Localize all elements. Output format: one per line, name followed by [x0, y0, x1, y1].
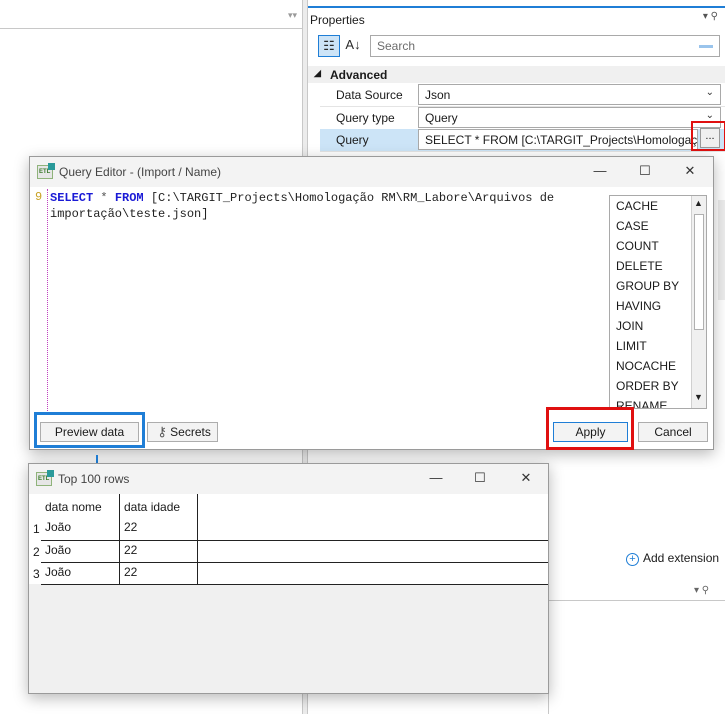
scroll-up-arrow-icon[interactable]: ▲	[694, 198, 703, 208]
properties-title-bar: Properties ▾ ⚲	[308, 6, 725, 28]
row-divider	[41, 584, 548, 585]
etl-app-icon: ETL	[37, 163, 55, 179]
column-header[interactable]: data idade	[120, 496, 180, 518]
sql-keyword-select: SELECT	[50, 191, 94, 205]
data-source-select[interactable]: Json ⌄	[418, 84, 721, 105]
properties-title: Properties	[310, 13, 365, 27]
property-search-input[interactable]: Search	[370, 35, 720, 57]
properties-toolbar: ☷ A↓ Search	[308, 30, 725, 62]
maximize-icon[interactable]: ☐	[630, 163, 660, 181]
query-editor-dialog: ETL Query Editor - (Import / Name) — ☐ ✕…	[29, 156, 714, 450]
pane-dropdown-icon[interactable]: ▾▾	[288, 10, 297, 21]
search-icon	[699, 45, 713, 48]
query-editor-title: Query Editor - (Import / Name)	[59, 165, 222, 179]
row-number: 3	[33, 567, 40, 581]
top-rows-dialog: ETL Top 100 rows — ☐ ✕ data nome data id…	[28, 463, 549, 694]
add-extension-link[interactable]: + Add extension	[626, 551, 719, 566]
row-divider	[41, 540, 548, 541]
property-row-data-source[interactable]: Data Source Json ⌄	[320, 84, 725, 107]
table-cell[interactable]: João	[41, 516, 71, 538]
table-cell[interactable]: 22	[120, 561, 137, 583]
top-rows-titlebar: ETL Top 100 rows — ☐ ✕	[29, 464, 548, 494]
property-row-query[interactable]: Query SELECT * FROM [C:\TARGIT_Projects\…	[320, 129, 725, 152]
row-divider	[41, 562, 548, 563]
table-cell[interactable]: 22	[120, 516, 137, 538]
column-divider	[197, 494, 198, 584]
sql-code-editor[interactable]: 9 SELECT * FROM [C:\TARGIT_Projects\Homo…	[33, 187, 608, 417]
cancel-button[interactable]: Cancel	[638, 422, 708, 442]
query-type-select[interactable]: Query ⌄	[418, 107, 721, 128]
row-number: 1	[33, 522, 40, 536]
red-highlight-ellipsis	[691, 121, 725, 151]
property-value: Query	[425, 111, 458, 125]
scroll-down-arrow-icon[interactable]: ▼	[694, 392, 703, 402]
table-cell[interactable]: 22	[120, 539, 137, 561]
extension-pin-icon[interactable]: ▾ ⚲	[694, 585, 709, 596]
minimize-icon[interactable]: —	[585, 163, 615, 181]
chevron-down-icon[interactable]: ⌄	[706, 87, 714, 98]
keyword-scrollbar[interactable]: ▲ ▼	[691, 196, 706, 408]
left-pane-divider	[0, 28, 303, 29]
add-extension-label: Add extension	[643, 551, 720, 565]
maximize-icon[interactable]: ☐	[465, 470, 495, 488]
row-number: 2	[33, 545, 40, 559]
property-row-query-type[interactable]: Query type Query ⌄	[320, 107, 725, 130]
column-header[interactable]: data nome	[41, 496, 102, 518]
close-icon[interactable]: ✕	[675, 163, 705, 181]
category-advanced[interactable]: ◢ Advanced	[308, 66, 725, 83]
collapse-triangle-icon[interactable]: ◢	[314, 68, 321, 79]
close-icon[interactable]: ✕	[511, 470, 541, 488]
line-number: 9	[35, 190, 43, 204]
pin-icon[interactable]: ▾ ⚲	[703, 11, 718, 22]
editor-margin-line	[47, 189, 48, 415]
sql-star: *	[100, 191, 108, 205]
sort-alphabetical-icon[interactable]: A↓	[342, 35, 364, 57]
extension-panel	[548, 600, 725, 714]
column-divider	[119, 494, 120, 584]
table-cell[interactable]: João	[41, 539, 71, 561]
categorized-view-icon[interactable]: ☷	[318, 35, 340, 57]
minimize-icon[interactable]: —	[421, 470, 451, 488]
blue-highlight-preview	[34, 412, 145, 448]
red-highlight-apply	[546, 407, 634, 450]
data-grid[interactable]: data nome data idade 1 João 22 2 João 22…	[29, 494, 548, 585]
property-key: Query	[336, 133, 369, 147]
etl-app-icon: ETL	[36, 470, 54, 486]
property-key: Query type	[336, 111, 395, 125]
property-value: SELECT * FROM [C:\TARGIT_Projects\Homolo…	[425, 133, 698, 147]
property-value: Json	[425, 88, 451, 102]
properties-scroll-strip	[718, 200, 725, 300]
category-label: Advanced	[330, 68, 388, 82]
plus-circle-icon: +	[626, 553, 639, 566]
secrets-button[interactable]: ⚷ Secrets	[147, 422, 218, 442]
secrets-label: Secrets	[170, 425, 211, 439]
top-rows-title: Top 100 rows	[58, 472, 130, 486]
property-key: Data Source	[336, 88, 403, 102]
sql-keyword-from: FROM	[114, 191, 144, 205]
sql-code[interactable]: SELECT * FROM [C:\TARGIT_Projects\Homolo…	[50, 190, 605, 222]
keyword-list[interactable]: CACHE CASE COUNT DELETE GROUP BY HAVING …	[609, 195, 707, 409]
chevron-down-icon[interactable]: ⌄	[706, 110, 714, 121]
scroll-thumb[interactable]	[694, 214, 704, 330]
key-icon: ⚷	[157, 424, 167, 439]
table-cell[interactable]: João	[41, 561, 71, 583]
query-editor-titlebar: ETL Query Editor - (Import / Name) — ☐ ✕	[30, 157, 713, 187]
search-placeholder: Search	[377, 39, 416, 53]
query-value-field[interactable]: SELECT * FROM [C:\TARGIT_Projects\Homolo…	[418, 129, 698, 150]
